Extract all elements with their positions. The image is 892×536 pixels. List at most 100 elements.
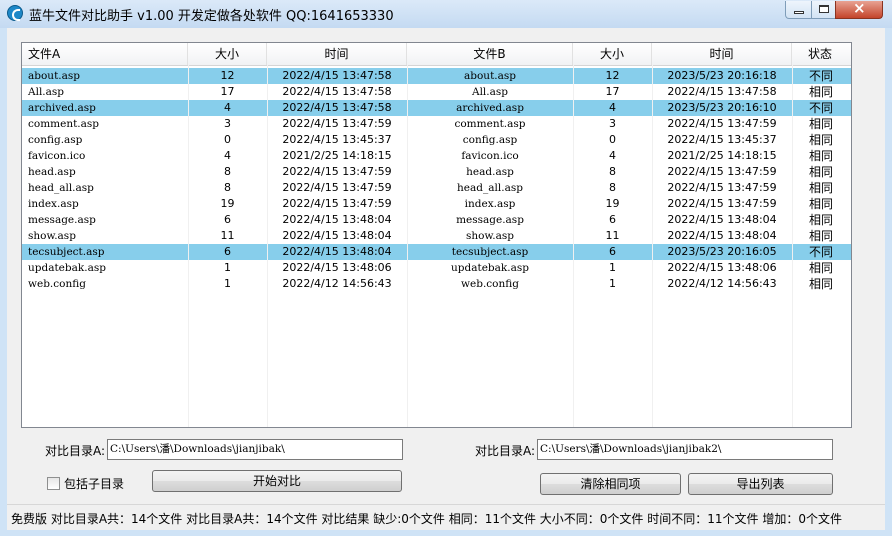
table-row[interactable]: web.config 1 2022/4/12 14:56:43 web.config 1… bbox=[22, 276, 851, 292]
cell-sa: 8 bbox=[224, 181, 231, 194]
cell-sb: 1 bbox=[609, 261, 616, 274]
column-divider bbox=[573, 65, 574, 427]
cell-sb: 6 bbox=[609, 245, 616, 258]
status-bar: 免费版 对比目录A共：14个文件 对比目录A共：14个文件 对比结果 缺少:0个… bbox=[7, 504, 885, 530]
cell-ta: 2022/4/12 14:56:43 bbox=[282, 277, 392, 290]
cell-sb: 3 bbox=[609, 117, 616, 130]
table-row[interactable]: archived.asp 4 2022/4/15 13:47:58 archived.… bbox=[22, 100, 851, 116]
cell-st: 相同 bbox=[809, 133, 834, 147]
cell-ta: 2022/4/15 13:48:04 bbox=[282, 245, 392, 258]
status-text: 免费版 对比目录A共：14个文件 对比目录A共：14个文件 对比结果 缺少:0个… bbox=[11, 512, 842, 526]
table-row[interactable]: All.asp 17 2022/4/15 13:47:58 All.asp 17 2022… bbox=[22, 84, 851, 100]
cell-ta: 2022/4/15 13:48:04 bbox=[282, 229, 392, 242]
table-row[interactable]: index.asp 19 2022/4/15 13:47:59 index.asp 19… bbox=[22, 196, 851, 212]
dir-b-input[interactable]: C:\Users\潘\Downloads\jianjibak2\ bbox=[537, 439, 833, 460]
include-subdir-label: 包括子目录 bbox=[64, 477, 125, 491]
maximize-button[interactable] bbox=[811, 1, 836, 19]
cell-tb: 2023/5/23 20:16:18 bbox=[667, 69, 777, 82]
window-title: 蓝牛文件对比助手 v1.00 开发定做各处软件 QQ:1641653330 bbox=[29, 9, 394, 24]
column-header[interactable]: 大小 bbox=[573, 43, 652, 65]
close-icon: × bbox=[853, 0, 866, 17]
cell-a: web.config bbox=[28, 278, 86, 290]
cell-sa: 3 bbox=[224, 117, 231, 130]
column-header[interactable]: 时间 bbox=[652, 43, 792, 65]
cell-sa: 12 bbox=[220, 69, 235, 82]
cell-ta: 2022/4/15 13:47:59 bbox=[282, 181, 392, 194]
cell-b: updatebak.asp bbox=[451, 262, 529, 274]
cell-ta: 2022/4/15 13:47:59 bbox=[282, 165, 392, 178]
cell-sb: 4 bbox=[609, 149, 616, 162]
cell-st: 相同 bbox=[809, 261, 834, 275]
cell-sb: 8 bbox=[609, 181, 616, 194]
cell-a: message.asp bbox=[28, 214, 96, 226]
export-list-button[interactable]: 导出列表 bbox=[688, 473, 833, 495]
cell-tb: 2023/5/23 20:16:10 bbox=[667, 101, 777, 114]
table-row[interactable]: updatebak.asp 1 2022/4/15 13:48:06 updateba… bbox=[22, 260, 851, 276]
cell-a: All.asp bbox=[28, 86, 65, 98]
minimize-button[interactable] bbox=[785, 1, 812, 19]
table-row[interactable]: show.asp 11 2022/4/15 13:48:04 show.asp 11 20… bbox=[22, 228, 851, 244]
cell-b: web.config bbox=[461, 278, 519, 290]
cell-tb: 2021/2/25 14:18:15 bbox=[667, 149, 777, 162]
cell-a: index.asp bbox=[28, 198, 79, 210]
dir-a-label: 对比目录A: bbox=[45, 444, 106, 458]
cell-st: 相同 bbox=[809, 117, 834, 131]
column-header[interactable]: 文件B bbox=[407, 43, 573, 65]
cell-sb: 17 bbox=[605, 85, 620, 98]
minimize-icon bbox=[794, 11, 804, 14]
cell-st: 不同 bbox=[809, 245, 834, 259]
cell-tb: 2022/4/15 13:45:37 bbox=[667, 133, 777, 146]
cell-a: favicon.ico bbox=[28, 150, 86, 162]
clear-same-button[interactable]: 清除相同项 bbox=[540, 473, 681, 495]
app-logo-icon bbox=[7, 5, 23, 21]
table-row[interactable]: comment.asp 3 2022/4/15 13:47:59 comment.as… bbox=[22, 116, 851, 132]
cell-sa: 19 bbox=[220, 197, 235, 210]
column-header[interactable]: 大小 bbox=[188, 43, 267, 65]
cell-sb: 1 bbox=[609, 277, 616, 290]
cell-sa: 4 bbox=[224, 149, 231, 162]
cell-tb: 2022/4/15 13:47:59 bbox=[667, 117, 777, 130]
cell-sa: 6 bbox=[224, 245, 231, 258]
cell-sb: 4 bbox=[609, 101, 616, 114]
cell-b: comment.asp bbox=[454, 118, 526, 130]
include-subdir-checkbox[interactable] bbox=[47, 477, 60, 490]
column-header[interactable]: 文件A bbox=[22, 43, 188, 65]
cell-tb: 2022/4/15 13:48:04 bbox=[667, 229, 777, 242]
table-row[interactable]: favicon.ico 4 2021/2/25 14:18:15 favicon.ic… bbox=[22, 148, 851, 164]
cell-sb: 12 bbox=[605, 69, 620, 82]
cell-st: 相同 bbox=[809, 181, 834, 195]
cell-a: head_all.asp bbox=[28, 182, 94, 194]
table-row[interactable]: message.asp 6 2022/4/15 13:48:04 message.as… bbox=[22, 212, 851, 228]
cell-ta: 2022/4/15 13:48:06 bbox=[282, 261, 392, 274]
dir-a-input[interactable]: C:\Users\潘\Downloads\jianjibak\ bbox=[107, 439, 403, 460]
column-header[interactable]: 时间 bbox=[267, 43, 407, 65]
table-row[interactable]: head_all.asp 8 2022/4/15 13:47:59 head_all.… bbox=[22, 180, 851, 196]
cell-st: 相同 bbox=[809, 197, 834, 211]
cell-b: message.asp bbox=[456, 214, 524, 226]
close-button[interactable]: × bbox=[835, 0, 883, 19]
table-row[interactable]: config.asp 0 2022/4/15 13:45:37 config.asp 0… bbox=[22, 132, 851, 148]
column-divider bbox=[792, 65, 793, 427]
cell-sa: 17 bbox=[220, 85, 235, 98]
cell-a: archived.asp bbox=[28, 102, 96, 114]
table-row[interactable]: tecsubject.asp 6 2022/4/15 13:48:04 tecsubj… bbox=[22, 244, 851, 260]
cell-ta: 2021/2/25 14:18:15 bbox=[282, 149, 392, 162]
cell-ta: 2022/4/15 13:45:37 bbox=[282, 133, 392, 146]
file-compare-list[interactable]: 文件A 大小 时间 文件B 大小 时间 状态 about.asp 12 2022/4/15 13… bbox=[21, 42, 852, 428]
table-row[interactable]: about.asp 12 2022/4/15 13:47:58 about.asp 12… bbox=[22, 68, 851, 84]
cell-ta: 2022/4/15 13:47:59 bbox=[282, 117, 392, 130]
cell-st: 不同 bbox=[809, 69, 834, 83]
cell-sa: 11 bbox=[220, 229, 235, 242]
cell-sb: 19 bbox=[605, 197, 620, 210]
cell-sb: 8 bbox=[609, 165, 616, 178]
table-row[interactable]: head.asp 8 2022/4/15 13:47:59 head.asp 8 2022… bbox=[22, 164, 851, 180]
cell-tb: 2023/5/23 20:16:05 bbox=[667, 245, 777, 258]
cell-tb: 2022/4/15 13:48:06 bbox=[667, 261, 777, 274]
column-header[interactable]: 状态 bbox=[792, 43, 851, 65]
column-divider bbox=[652, 65, 653, 427]
cell-sa: 1 bbox=[224, 261, 231, 274]
cell-a: comment.asp bbox=[28, 118, 100, 130]
cell-tb: 2022/4/15 13:47:59 bbox=[667, 165, 777, 178]
cell-st: 相同 bbox=[809, 149, 834, 163]
start-compare-button[interactable]: 开始对比 bbox=[152, 470, 402, 492]
